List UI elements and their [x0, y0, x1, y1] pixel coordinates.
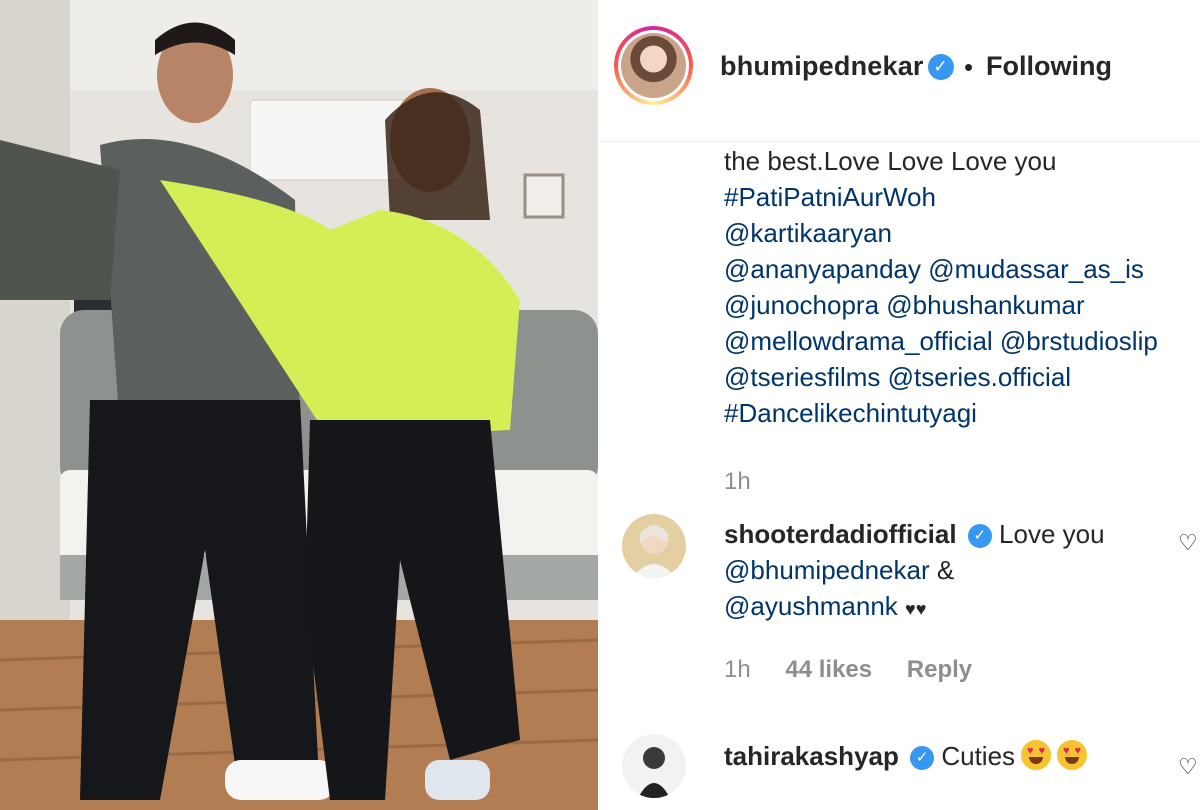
post-video[interactable] [0, 0, 598, 810]
comment-ampersand: & [936, 555, 955, 585]
caption-mention[interactable]: @kartikaaryan [724, 215, 1200, 251]
comment-meta: 1h 44 likes Reply [724, 656, 1000, 684]
caption-timestamp[interactable]: 1h [724, 468, 751, 496]
video-frame-illustration [0, 0, 598, 810]
commenter-username[interactable]: shooterdadiofficial [724, 519, 957, 549]
caption-mention[interactable]: @tseriesfilms @tseries.official [724, 359, 1200, 395]
caption-hashtag[interactable]: #PatiPatniAurWoh [724, 179, 1200, 215]
comment-likes[interactable]: 44 likes [785, 656, 872, 683]
heart-outline-icon[interactable]: ♡ [1178, 756, 1200, 778]
instagram-post-panel: bhumipednekar ✓ • Following the best.Love… [600, 0, 1200, 810]
comment-text: Cuties [941, 741, 1016, 771]
author-avatar[interactable] [614, 26, 693, 105]
author-username[interactable]: bhumipednekar ✓ [720, 51, 954, 82]
comment-body: tahirakashyap ✓ Cuties [724, 738, 1194, 774]
reply-button[interactable]: Reply [907, 656, 972, 683]
comment-timestamp[interactable]: 1h [724, 656, 751, 683]
verified-badge-icon: ✓ [967, 524, 992, 548]
caption-mention[interactable]: @mellowdrama_official @brstudioslip [724, 323, 1200, 359]
caption-mention[interactable]: @junochopra @bhushankumar [724, 287, 1200, 323]
heart-eyes-emoji [1021, 740, 1052, 770]
comment-mention[interactable]: @ayushmannk [724, 591, 898, 621]
post-caption: the best.Love Love Love you #PatiPatniAu… [724, 113, 1200, 431]
commenter-username[interactable]: tahirakashyap [724, 741, 899, 771]
comment-item: tahirakashyap ✓ Cuties ♡ [600, 730, 1200, 810]
heart-outline-icon[interactable]: ♡ [1178, 532, 1200, 554]
comment-body: shooterdadiofficial ✓ Love you @bhumiped… [724, 516, 1194, 627]
commenter-avatar[interactable] [622, 514, 686, 578]
comment-mention[interactable]: @bhumipednekar [724, 555, 930, 585]
comment-text: Love you [999, 519, 1105, 549]
hearts-emoji: ♥♥ [905, 599, 927, 619]
verified-badge-icon: ✓ [927, 54, 954, 80]
caption-partial-line: the best.Love Love Love you [724, 146, 1057, 176]
comment-item: shooterdadiofficial ✓ Love you @bhumiped… [600, 510, 1200, 700]
caption-hashtag[interactable]: #Dancelikechintutyagi [724, 395, 1200, 431]
caption-mention[interactable]: @ananyapanday @mudassar_as_is [724, 251, 1200, 287]
author-username-text[interactable]: bhumipednekar [720, 51, 924, 81]
header-separator: • [964, 52, 974, 82]
heart-eyes-emoji [1057, 740, 1088, 770]
verified-badge-icon: ✓ [910, 746, 935, 770]
following-button[interactable]: Following [986, 51, 1112, 82]
commenter-avatar[interactable] [622, 734, 686, 798]
